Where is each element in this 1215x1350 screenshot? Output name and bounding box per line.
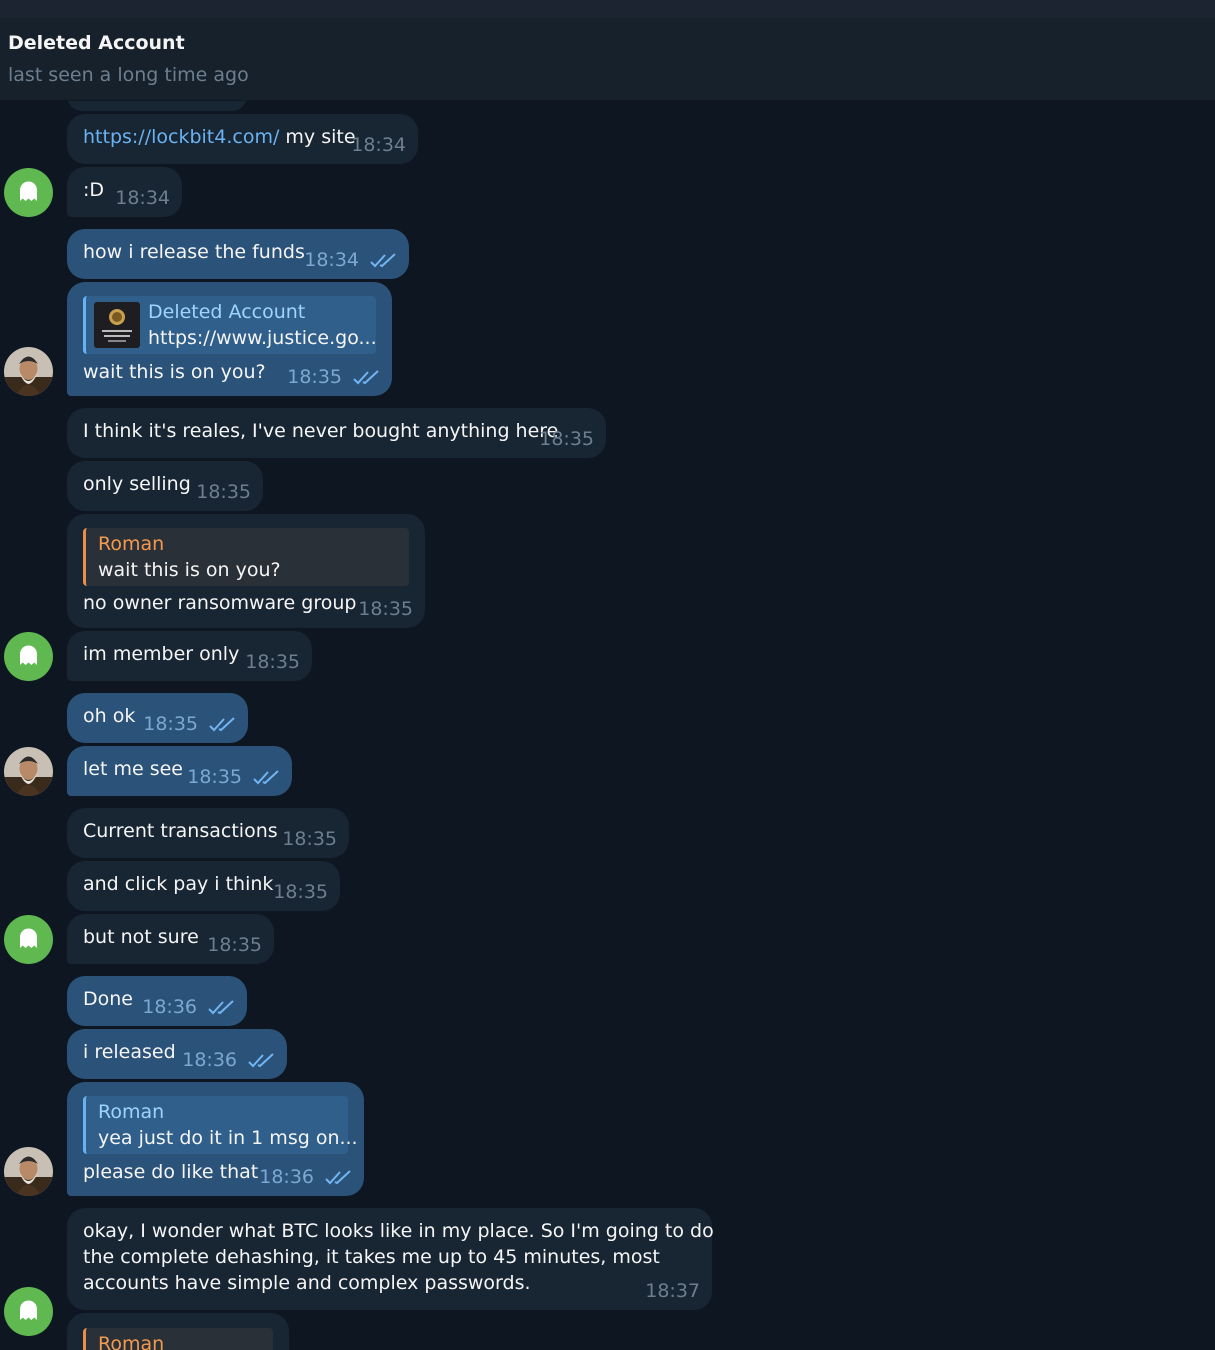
message-bubble-outgoing[interactable]: how i release the funds 18:34 bbox=[67, 229, 409, 279]
message-text: please do like that bbox=[83, 1161, 259, 1183]
contact-name[interactable]: Deleted Account bbox=[8, 32, 185, 54]
reply-author: Deleted Account bbox=[148, 301, 306, 323]
message-time: 18:35 bbox=[282, 828, 337, 850]
message-bubble-outgoing[interactable]: Deleted Account https://www.justice.go..… bbox=[67, 282, 392, 396]
message-bubble[interactable]: okay, I wonder what BTC looks like in my… bbox=[67, 1208, 714, 1310]
message-bubble-outgoing[interactable]: oh ok 18:35 bbox=[67, 693, 248, 743]
contact-status: last seen a long time ago bbox=[8, 64, 249, 86]
message-text: let me see bbox=[83, 758, 183, 780]
message-bubble-outgoing[interactable]: Done 18:36 bbox=[67, 976, 247, 1026]
double-check-icon bbox=[253, 770, 279, 785]
chat-header[interactable]: Deleted Account last seen a long time ag… bbox=[0, 18, 1215, 101]
window-top-strip bbox=[0, 0, 1215, 18]
reply-text: https://www.justice.go... bbox=[148, 327, 377, 349]
message-text: I think it's reales, I've never bought a… bbox=[83, 420, 559, 442]
reply-preview[interactable]: Deleted Account https://www.justice.go..… bbox=[83, 296, 377, 354]
message-time: 18:35 bbox=[143, 713, 198, 735]
double-check-icon bbox=[248, 1053, 274, 1068]
double-check-icon bbox=[209, 717, 235, 732]
message-time: 18:37 bbox=[645, 1280, 700, 1302]
ghost-avatar-icon[interactable] bbox=[4, 632, 53, 681]
reply-preview[interactable]: Roman bbox=[83, 1328, 273, 1350]
user-photo-avatar[interactable] bbox=[4, 747, 53, 796]
reply-preview[interactable]: Roman wait this is on you? bbox=[83, 528, 409, 586]
doj-seal-thumbnail bbox=[94, 302, 140, 348]
message-time: 18:35 bbox=[358, 598, 413, 620]
message-time: 18:36 bbox=[182, 1049, 237, 1071]
message-text-line: the complete dehashing, it takes me up t… bbox=[83, 1246, 660, 1268]
message-text: my site bbox=[279, 126, 356, 148]
double-check-icon bbox=[325, 1170, 351, 1185]
message-bubble[interactable]: Current transactions 18:35 bbox=[67, 808, 349, 858]
double-check-icon bbox=[353, 370, 379, 385]
message-time: 18:35 bbox=[196, 481, 251, 503]
message-text: i released bbox=[83, 1041, 176, 1063]
message-bubble-partial bbox=[67, 101, 247, 111]
message-time: 18:34 bbox=[351, 134, 406, 156]
ghost-avatar-icon[interactable] bbox=[4, 1287, 53, 1336]
user-photo-avatar[interactable] bbox=[4, 347, 53, 396]
message-bubble[interactable]: :D 18:34 bbox=[67, 167, 182, 217]
message-time: 18:36 bbox=[142, 996, 197, 1018]
reply-author: Roman bbox=[98, 1101, 165, 1123]
message-time: 18:35 bbox=[287, 366, 342, 388]
message-time: 18:34 bbox=[304, 249, 359, 271]
message-bubble-outgoing[interactable]: i released 18:36 bbox=[67, 1029, 287, 1079]
message-time: 18:35 bbox=[273, 881, 328, 903]
message-text: wait this is on you? bbox=[83, 361, 266, 383]
reply-author: Roman bbox=[98, 533, 165, 555]
reply-text: wait this is on you? bbox=[98, 559, 281, 581]
message-link[interactable]: https://lockbit4.com/ bbox=[83, 126, 279, 148]
message-bubble[interactable]: https://lockbit4.com/ my site 18:34 bbox=[67, 114, 418, 164]
ghost-avatar-icon[interactable] bbox=[4, 915, 53, 964]
message-bubble-outgoing[interactable]: Roman yea just do it in 1 msg on... plea… bbox=[67, 1082, 364, 1196]
message-bubble[interactable]: im member only 18:35 bbox=[67, 631, 312, 681]
message-time: 18:35 bbox=[187, 766, 242, 788]
message-time: 18:35 bbox=[539, 428, 594, 450]
message-time: 18:34 bbox=[115, 187, 170, 209]
message-text-line: accounts have simple and complex passwor… bbox=[83, 1272, 531, 1294]
user-photo-avatar[interactable] bbox=[4, 1147, 53, 1196]
message-time: 18:36 bbox=[259, 1166, 314, 1188]
message-bubble[interactable]: but not sure 18:35 bbox=[67, 914, 274, 964]
message-text: no owner ransomware group bbox=[83, 592, 357, 614]
double-check-icon bbox=[208, 1000, 234, 1015]
reply-author: Roman bbox=[98, 1333, 165, 1350]
message-text-line: okay, I wonder what BTC looks like in my… bbox=[83, 1220, 714, 1242]
message-bubble[interactable]: Roman wait this is on you? no owner rans… bbox=[67, 514, 425, 628]
message-bubble[interactable]: I think it's reales, I've never bought a… bbox=[67, 408, 606, 458]
message-bubble[interactable]: only selling 18:35 bbox=[67, 461, 263, 511]
message-time: 18:35 bbox=[245, 651, 300, 673]
reply-text: yea just do it in 1 msg on... bbox=[98, 1127, 358, 1149]
message-list[interactable]: https://lockbit4.com/ my site 18:34 :D 1… bbox=[0, 101, 1215, 1350]
reply-preview[interactable]: Roman yea just do it in 1 msg on... bbox=[83, 1096, 358, 1154]
message-bubble-outgoing[interactable]: let me see 18:35 bbox=[67, 746, 292, 796]
message-time: 18:35 bbox=[207, 934, 262, 956]
ghost-avatar-icon[interactable] bbox=[4, 168, 53, 217]
message-bubble-partial[interactable]: Roman bbox=[67, 1313, 289, 1350]
double-check-icon bbox=[370, 253, 396, 268]
message-bubble[interactable]: and click pay i think 18:35 bbox=[67, 861, 340, 911]
